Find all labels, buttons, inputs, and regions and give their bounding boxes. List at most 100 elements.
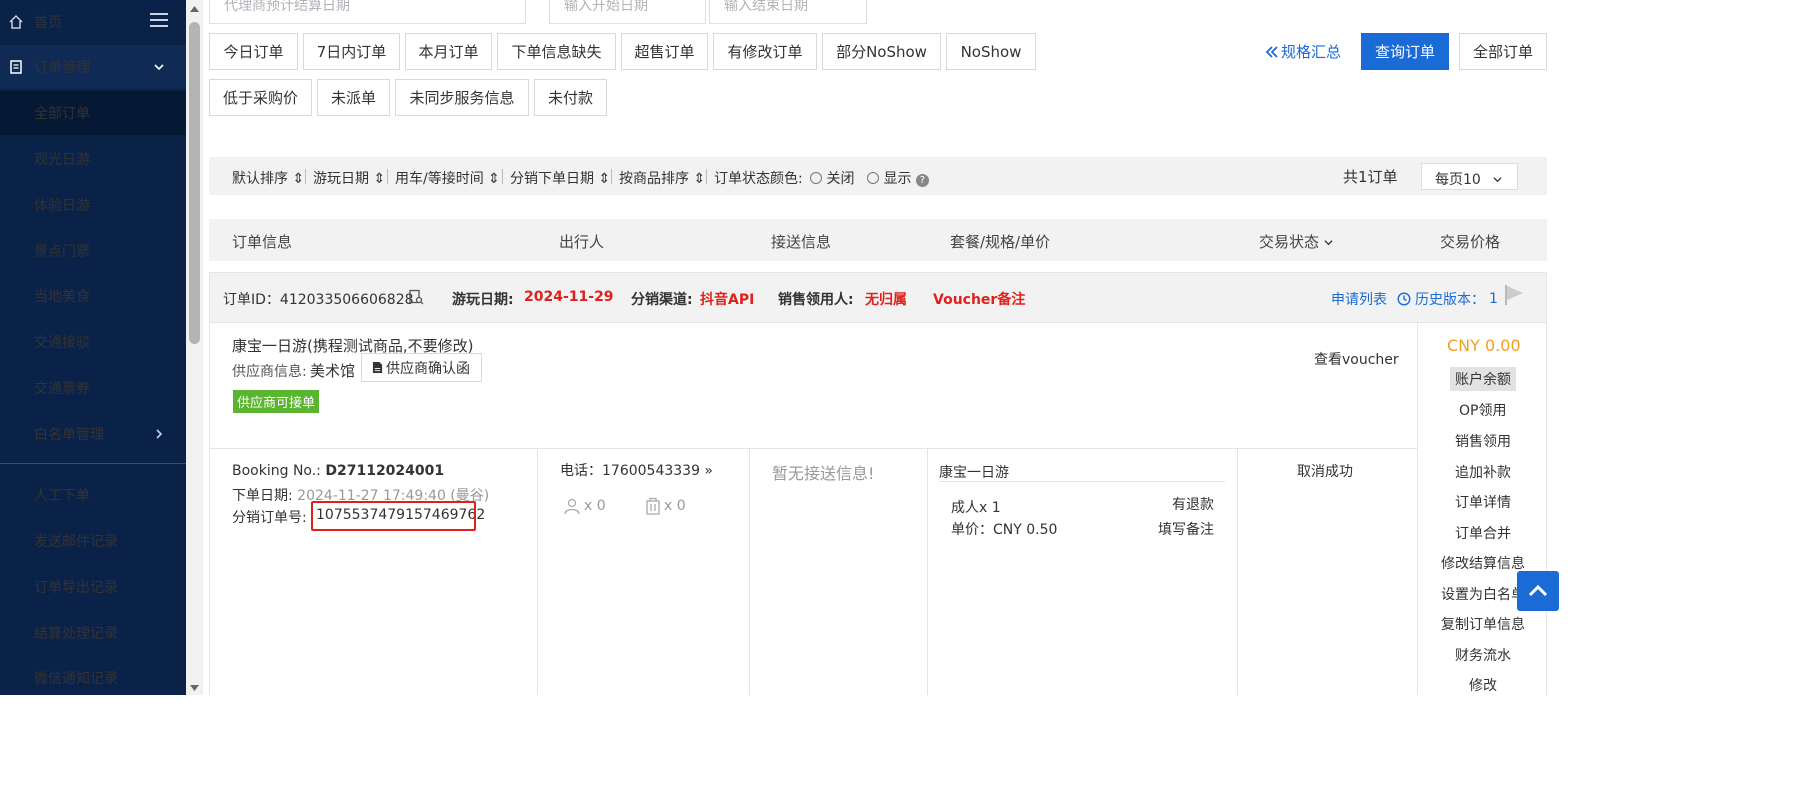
voucher-note[interactable]: Voucher备注 — [933, 289, 1025, 309]
sort-car-time[interactable]: 用车/等接时间 ⇕ — [395, 168, 500, 188]
flag-icon[interactable] — [1503, 283, 1525, 307]
unit-price: 单价：CNY 0.50 — [951, 522, 1058, 538]
view-voucher-link[interactable]: 查看voucher — [1314, 349, 1399, 369]
sales-value: 无归属 — [865, 292, 907, 308]
nav-wechat-log-label: 微信通知记录 — [34, 671, 118, 687]
scrollbar-thumb[interactable] — [189, 22, 200, 344]
nav-divider — [0, 463, 186, 464]
sales-label: 销售领用人: — [778, 292, 854, 308]
nav-transport-tickets-label: 交通票券 — [34, 381, 90, 397]
supplier-label: 供应商信息: — [232, 364, 307, 380]
refund-link[interactable]: 有退款 — [1172, 494, 1214, 514]
page-size-select[interactable]: 每页10 — [1421, 163, 1518, 190]
filter-today[interactable]: 今日订单 — [209, 33, 298, 70]
action-edit[interactable]: 修改 — [1469, 675, 1497, 695]
nav-settlement-log[interactable]: 结算处理记录 — [0, 611, 186, 655]
status-color-show-radio[interactable]: 显示 ? — [867, 168, 929, 188]
nav-wechat-log[interactable]: 微信通知记录 — [0, 656, 186, 700]
nav-experience[interactable]: 体验日游 — [0, 183, 186, 227]
filter-modified[interactable]: 有修改订单 — [713, 33, 817, 70]
action-order-detail[interactable]: 订单详情 — [1455, 492, 1511, 512]
history-link[interactable]: 历史版本： 1 — [1397, 289, 1498, 309]
all-orders-button[interactable]: 全部订单 — [1459, 33, 1547, 70]
query-orders-button[interactable]: 查询订单 — [1361, 33, 1449, 70]
channel-value: 抖音API — [700, 292, 755, 308]
dist-order-label: 分销订单号: — [232, 510, 307, 526]
nav-manual-order-label: 人工下单 — [34, 488, 90, 504]
nav-food[interactable]: 当地美食 — [0, 274, 186, 318]
action-add-payment[interactable]: 追加补款 — [1455, 462, 1511, 482]
nav-home[interactable]: 首页 — [0, 0, 186, 44]
filter-unpaid[interactable]: 未付款 — [534, 79, 607, 116]
file-pdf-icon — [372, 362, 383, 373]
supplier-confirm-button[interactable]: 供应商确认函 — [361, 353, 482, 382]
filter-month[interactable]: 本月订单 — [405, 33, 492, 70]
nav-export-log[interactable]: 订单导出记录 — [0, 565, 186, 609]
filter-7days[interactable]: 7日内订单 — [303, 33, 400, 70]
back-to-top-button[interactable] — [1517, 571, 1559, 611]
package-name: 康宝一日游 — [939, 465, 1009, 481]
nav-home-label: 首页 — [34, 15, 62, 31]
channel-label: 分销渠道: — [631, 292, 693, 308]
document-icon — [10, 60, 22, 74]
th-price: 交易价格 — [1440, 233, 1501, 251]
nav-sightseeing[interactable]: 观光日游 — [0, 137, 186, 181]
action-op-claim[interactable]: OP领用 — [1459, 400, 1506, 420]
sort-bar: 默认排序 ⇕ 游玩日期 ⇕ 用车/等接时间 ⇕ 分销下单日期 ⇕ 按商品排序 ⇕… — [209, 157, 1547, 195]
nav-experience-label: 体验日游 — [34, 198, 90, 214]
sort-play-date[interactable]: 游玩日期 ⇕ — [313, 168, 385, 188]
spec-summary-label: 规格汇总 — [1281, 43, 1342, 61]
trade-price: CNY 0.00 — [1447, 336, 1521, 355]
fill-note-link[interactable]: 填写备注 — [1158, 519, 1214, 539]
nav-manual-order[interactable]: 人工下单 — [0, 473, 186, 517]
luggage-icon — [646, 497, 660, 515]
action-copy-order[interactable]: 复制订单信息 — [1441, 614, 1525, 634]
help-icon[interactable]: ? — [915, 174, 929, 187]
booking-no: Booking No.: D27112024001 — [232, 463, 445, 479]
order-header: 订单ID：412033506606828 游玩日期: 2024-11-29 分销… — [209, 272, 1547, 323]
play-date-value: 2024-11-29 — [524, 289, 614, 305]
nav-tickets[interactable]: 景点门票 — [0, 229, 186, 273]
filter-partial-noshow[interactable]: 部分NoShow — [822, 33, 941, 70]
nav-email-log[interactable]: 发送邮件记录 — [0, 519, 186, 563]
filter-missing-info[interactable]: 下单信息缺失 — [497, 33, 616, 70]
filter-undispatched[interactable]: 未派单 — [317, 79, 390, 116]
end-date-placeholder: 输入结束日期 — [724, 0, 808, 14]
filter-oversold[interactable]: 超售订单 — [621, 33, 708, 70]
action-set-whitelist[interactable]: 设置为白名单 — [1441, 584, 1525, 604]
nav-transfer[interactable]: 交通接驳 — [0, 320, 186, 364]
account-balance-badge: 账户余额 — [1450, 367, 1516, 391]
start-date-input[interactable]: 输入开始日期 — [549, 0, 706, 24]
nav-whitelist[interactable]: 白名单管理 — [0, 412, 186, 456]
status-color-close-radio[interactable]: 关闭 — [810, 168, 854, 188]
settle-date-input[interactable]: 代理商预计结算日期 — [209, 0, 526, 24]
search-doc-icon[interactable] — [408, 289, 424, 305]
apply-list-link[interactable]: 申请列表 — [1331, 289, 1387, 309]
nav-whitelist-label: 白名单管理 — [34, 427, 104, 443]
menu-toggle-icon[interactable] — [150, 13, 168, 29]
filter-noshow[interactable]: NoShow — [946, 33, 1036, 70]
sort-product[interactable]: 按商品排序 ⇕ — [619, 168, 705, 188]
scroll-down-icon[interactable] — [189, 683, 200, 693]
home-icon — [9, 14, 23, 29]
filter-unsynced[interactable]: 未同步服务信息 — [395, 79, 529, 116]
nav-all-orders[interactable]: 全部订单 — [0, 91, 186, 135]
nav-order-management[interactable]: 订单管理 — [0, 45, 186, 89]
order-id: 订单ID：412033506606828 — [223, 292, 414, 308]
nav-sightseeing-label: 观光日游 — [34, 152, 90, 168]
action-edit-settlement[interactable]: 修改结算信息 — [1441, 553, 1525, 573]
nav-order-management-label: 订单管理 — [34, 60, 90, 76]
filter-below-cost[interactable]: 低于采购价 — [209, 79, 312, 116]
action-sales-claim[interactable]: 销售领用 — [1455, 431, 1511, 451]
spec-summary-link[interactable]: 规格汇总 — [1265, 41, 1341, 62]
scroll-up-icon[interactable] — [189, 4, 200, 14]
end-date-input[interactable]: 输入结束日期 — [709, 0, 867, 24]
nav-transport-tickets[interactable]: 交通票券 — [0, 366, 186, 410]
supplier-link[interactable]: 美术馆 — [310, 360, 355, 381]
sort-dist-date[interactable]: 分销下单日期 ⇕ — [510, 168, 610, 188]
th-status[interactable]: 交易状态 — [1259, 231, 1333, 252]
action-merge-order[interactable]: 订单合并 — [1455, 523, 1511, 543]
sort-default[interactable]: 默认排序 ⇕ — [232, 168, 304, 188]
chevron-right-icon — [156, 429, 163, 439]
action-finance-flow[interactable]: 财务流水 — [1455, 645, 1511, 665]
